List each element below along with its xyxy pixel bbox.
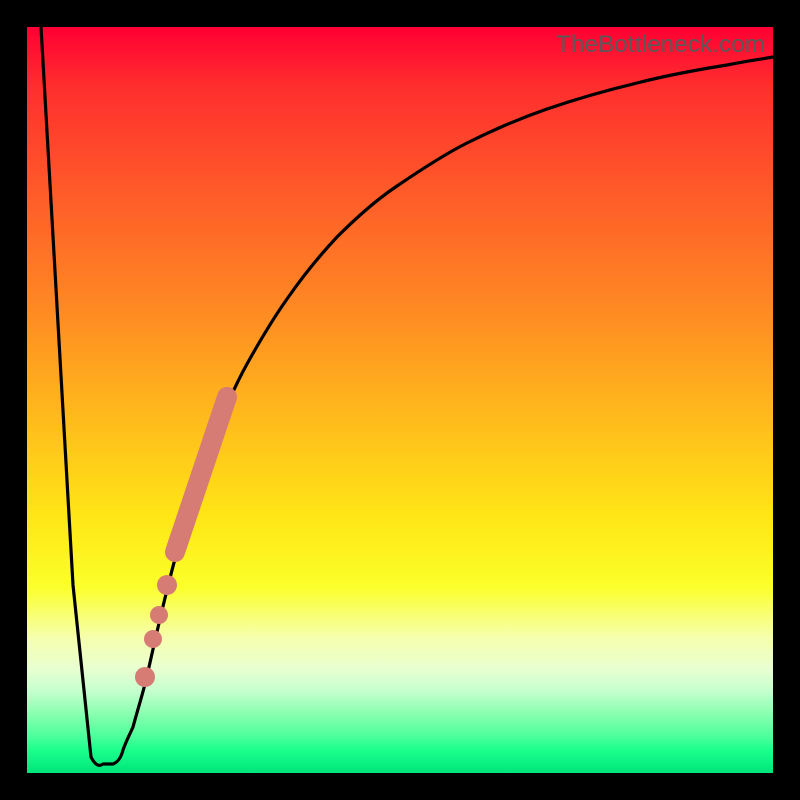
marker-dot	[150, 606, 168, 624]
chart-frame: TheBottleneck.com	[0, 0, 800, 800]
marker-dot	[135, 667, 155, 687]
watermark-text: TheBottleneck.com	[556, 31, 765, 59]
marker-bar	[175, 397, 227, 552]
marker-dot	[157, 575, 177, 595]
bottleneck-curve	[41, 27, 773, 765]
curve-layer	[27, 27, 773, 773]
marker-dot	[144, 630, 162, 648]
plot-area: TheBottleneck.com	[27, 27, 773, 773]
